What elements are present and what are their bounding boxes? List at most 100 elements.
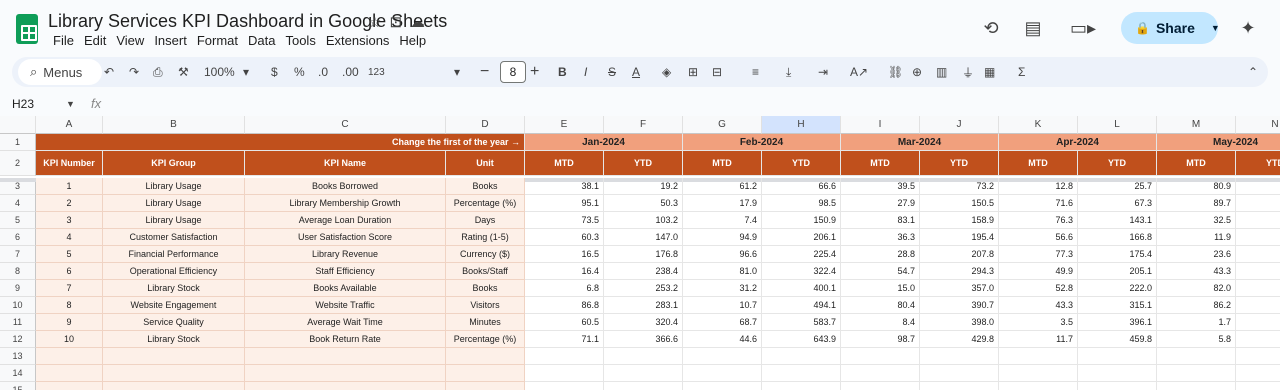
row-header-7[interactable]: 7 <box>0 246 36 263</box>
ytd-value-cell[interactable]: 494.1 <box>762 297 841 314</box>
empty-cell[interactable] <box>1078 348 1157 365</box>
collapse-toolbar-icon[interactable]: ⌃ <box>1248 57 1258 87</box>
meet-video-icon[interactable]: ▭▸ <box>1063 16 1103 40</box>
mtd-value-cell[interactable]: 10.7 <box>683 297 762 314</box>
mtd-value-cell[interactable]: 32.5 <box>1157 212 1236 229</box>
row-header-14[interactable]: 14 <box>0 365 36 382</box>
font-dropdown-icon[interactable]: ▾ <box>454 57 460 87</box>
move-folder-icon[interactable]: ⊡ <box>389 13 402 31</box>
kpi-group-cell[interactable]: Operational Efficiency <box>103 263 245 280</box>
filter-views-icon[interactable]: ▦ <box>984 57 995 87</box>
menu-view[interactable]: View <box>111 33 149 48</box>
kpi-name-cell[interactable]: Books Available <box>245 280 446 297</box>
ytd-value-cell[interactable]: 412 <box>1236 280 1280 297</box>
print-icon[interactable]: ⎙ <box>153 57 163 87</box>
empty-cell[interactable] <box>103 348 245 365</box>
row-header-5[interactable]: 5 <box>0 212 36 229</box>
mtd-value-cell[interactable]: 71.1 <box>525 331 604 348</box>
mtd-value-cell[interactable]: 3.5 <box>999 314 1078 331</box>
empty-cell[interactable] <box>525 365 604 382</box>
mtd-value-cell[interactable]: 56.6 <box>999 229 1078 246</box>
bold-icon[interactable]: B <box>558 57 567 87</box>
mtd-value-cell[interactable]: 83.1 <box>841 212 920 229</box>
spreadsheet-grid[interactable]: A B C D E F G H I J K L M N 1 2 3 4 5 6 7 8 9 10 11 12 13 14 15 Chang… <box>0 116 1280 390</box>
share-dropdown-icon[interactable]: ▼ <box>1211 23 1220 33</box>
empty-cell[interactable] <box>920 348 999 365</box>
empty-cell[interactable] <box>604 365 683 382</box>
mtd-value-cell[interactable]: 28.8 <box>841 246 920 263</box>
ytd-value-cell[interactable]: 386 <box>1236 263 1280 280</box>
empty-cell[interactable] <box>604 348 683 365</box>
ytd-value-cell[interactable]: 193 <box>1236 229 1280 246</box>
share-button[interactable]: 🔒 Share ▼ <box>1121 12 1220 44</box>
ytd-value-cell[interactable]: 294.3 <box>920 263 999 280</box>
mtd-header[interactable]: MTD <box>999 151 1078 176</box>
kpi-name-cell[interactable]: Website Traffic <box>245 297 446 314</box>
ytd-value-cell[interactable]: 366.6 <box>604 331 683 348</box>
empty-cell[interactable] <box>999 382 1078 390</box>
kpi-name-cell[interactable]: Books Borrowed <box>245 178 446 195</box>
ytd-value-cell[interactable]: 238.4 <box>604 263 683 280</box>
empty-cell[interactable] <box>1157 382 1236 390</box>
month-header[interactable]: Feb-2024 <box>683 134 841 151</box>
name-box-dropdown-icon[interactable]: ▼ <box>66 89 75 119</box>
kpi-number-cell[interactable]: 7 <box>36 280 103 297</box>
mtd-value-cell[interactable]: 77.3 <box>999 246 1078 263</box>
column-header-d[interactable]: D <box>446 116 525 134</box>
column-title[interactable]: KPI Group <box>103 151 245 176</box>
column-header-k[interactable]: K <box>999 116 1078 134</box>
empty-cell[interactable] <box>762 365 841 382</box>
vertical-align-icon[interactable]: ⤓ <box>786 57 791 87</box>
mtd-value-cell[interactable]: 71.6 <box>999 195 1078 212</box>
empty-cell[interactable] <box>245 365 446 382</box>
mtd-value-cell[interactable]: 96.6 <box>683 246 762 263</box>
kpi-number-cell[interactable]: 9 <box>36 314 103 331</box>
mtd-value-cell[interactable]: 68.7 <box>683 314 762 331</box>
empty-cell[interactable] <box>1078 382 1157 390</box>
mtd-value-cell[interactable]: 89.7 <box>1157 195 1236 212</box>
horizontal-align-icon[interactable]: ≡ <box>752 57 759 87</box>
mtd-value-cell[interactable]: 94.9 <box>683 229 762 246</box>
mtd-value-cell[interactable]: 73.5 <box>525 212 604 229</box>
ytd-value-cell[interactable]: 398.0 <box>920 314 999 331</box>
empty-cell[interactable] <box>841 365 920 382</box>
mtd-value-cell[interactable]: 11.7 <box>999 331 1078 348</box>
kpi-number-cell[interactable]: 5 <box>36 246 103 263</box>
mtd-value-cell[interactable]: 60.5 <box>525 314 604 331</box>
empty-cell[interactable] <box>604 382 683 390</box>
insert-link-icon[interactable]: ⛓ <box>888 57 903 87</box>
ytd-value-cell[interactable]: 150.9 <box>762 212 841 229</box>
empty-cell[interactable] <box>762 348 841 365</box>
kpi-group-cell[interactable]: Library Stock <box>103 331 245 348</box>
mtd-header[interactable]: MTD <box>525 151 604 176</box>
month-header[interactable]: Jan-2024 <box>525 134 683 151</box>
borders-icon[interactable]: ⊞ <box>688 57 698 87</box>
month-header[interactable]: May-2024 <box>1157 134 1280 151</box>
menu-extensions[interactable]: Extensions <box>321 33 395 48</box>
ytd-header[interactable]: YTD <box>604 151 683 176</box>
kpi-number-cell[interactable]: 4 <box>36 229 103 246</box>
column-header-h[interactable]: H <box>762 116 841 134</box>
mtd-value-cell[interactable]: 12.8 <box>999 178 1078 195</box>
row-header-12[interactable]: 12 <box>0 331 36 348</box>
mtd-value-cell[interactable]: 80.9 <box>1157 178 1236 195</box>
ytd-header[interactable]: YTD <box>1236 151 1280 176</box>
mtd-value-cell[interactable]: 16.4 <box>525 263 604 280</box>
ytd-value-cell[interactable]: 459.8 <box>1078 331 1157 348</box>
ytd-value-cell[interactable]: 400.1 <box>762 280 841 297</box>
empty-cell[interactable] <box>841 382 920 390</box>
version-history-icon[interactable]: ⟲ <box>979 16 1003 40</box>
ytd-value-cell[interactable]: 583.7 <box>762 314 841 331</box>
ytd-value-cell[interactable]: 429.8 <box>920 331 999 348</box>
ytd-value-cell[interactable]: 283.1 <box>604 297 683 314</box>
ytd-value-cell[interactable]: 19.2 <box>604 178 683 195</box>
decrease-decimal-button[interactable]: .0 <box>318 57 328 87</box>
percent-format-button[interactable]: % <box>294 57 305 87</box>
increase-font-size-icon[interactable]: + <box>530 57 539 87</box>
menu-data[interactable]: Data <box>243 33 280 48</box>
fill-color-icon[interactable]: ◈ <box>662 57 671 87</box>
column-header-j[interactable]: J <box>920 116 999 134</box>
ytd-value-cell[interactable]: 462 <box>1236 297 1280 314</box>
mtd-value-cell[interactable]: 80.4 <box>841 297 920 314</box>
row-header-6[interactable]: 6 <box>0 229 36 246</box>
